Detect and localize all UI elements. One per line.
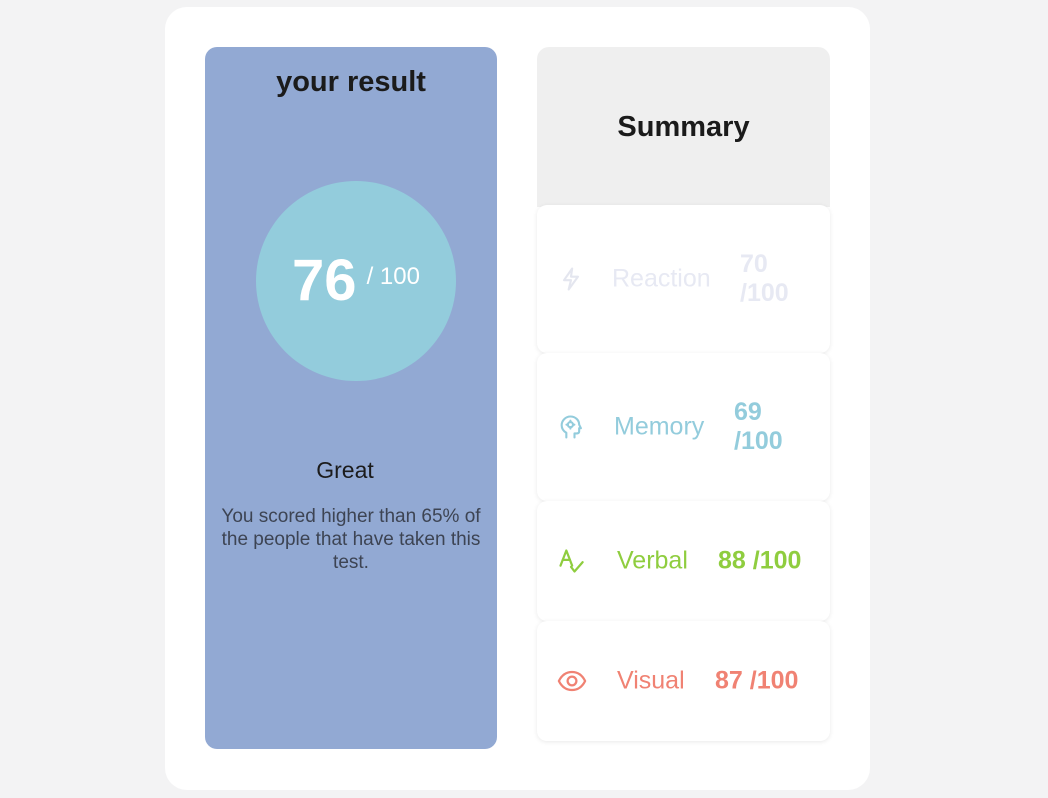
summary-item-verbal: Verbal 88 /100 xyxy=(537,501,830,621)
spell-check-icon xyxy=(559,549,584,573)
lightning-bolt-icon xyxy=(562,267,580,291)
score-value: 70 xyxy=(740,250,768,278)
result-panel: your result 76 / 100 Great You scored hi… xyxy=(205,47,497,749)
result-description: You scored higher than 65% of the people… xyxy=(221,506,481,573)
summary-item-label: Reaction xyxy=(612,264,711,293)
result-title: your result xyxy=(276,66,426,98)
summary-item-score: 69 /100 xyxy=(734,398,783,456)
results-card: your result 76 / 100 Great You scored hi… xyxy=(165,7,870,790)
summary-item-label: Verbal xyxy=(617,546,688,575)
score-max: /100 xyxy=(740,279,789,307)
summary-item-visual: Visual 87 /100 xyxy=(537,621,830,741)
score-value: 69 xyxy=(734,398,762,426)
summary-item-score: 88 /100 xyxy=(718,546,802,575)
summary-item-reaction: Reaction 70 /100 xyxy=(537,205,830,353)
result-verdict: Great xyxy=(316,457,374,483)
summary-title: Summary xyxy=(617,111,750,143)
score-value: 76 xyxy=(292,248,357,313)
score-circle: 76 / 100 xyxy=(256,181,456,381)
summary-item-score: 70 /100 xyxy=(740,250,789,308)
brain-head-icon xyxy=(560,415,582,439)
summary-item-label: Memory xyxy=(614,412,705,441)
score-max: / 100 xyxy=(366,263,420,290)
summary-item-memory: Memory 69 /100 xyxy=(537,353,830,501)
summary-item-score: 87 /100 xyxy=(715,666,799,695)
summary-header: Summary xyxy=(537,47,830,207)
eye-icon xyxy=(557,670,587,692)
summary-item-label: Visual xyxy=(617,666,685,695)
score-max: /100 xyxy=(734,427,783,455)
